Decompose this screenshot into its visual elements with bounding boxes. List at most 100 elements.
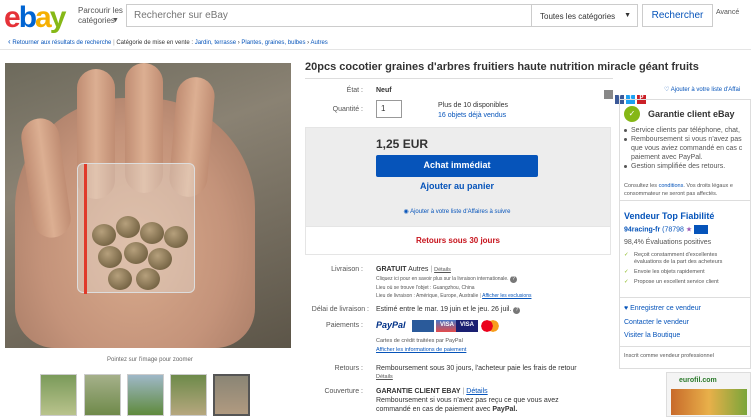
save-seller-row[interactable]: ♥ Enregistrer ce vendeur xyxy=(624,305,701,312)
heart-icon: ♡ xyxy=(664,87,670,93)
guarantee-bullets: Service clients par téléphone, chat, Rem… xyxy=(624,126,751,171)
breadcrumb-chevron-icon: › xyxy=(307,40,310,46)
breadcrumb-item-plants[interactable]: Plantes, graines, bulbes xyxy=(241,40,305,46)
thumbnail-selected[interactable] xyxy=(213,374,250,416)
returns-details-link[interactable]: Détails xyxy=(376,374,393,380)
ships-to: Lieu de livraison : Amérique, Europe, Au… xyxy=(376,293,479,299)
divider xyxy=(305,78,613,79)
save-seller-link[interactable]: Enregistrer ce vendeur xyxy=(630,305,701,312)
ad-brand: eurofil.com xyxy=(679,377,717,384)
visit-shop-link[interactable]: Visiter la Boutique xyxy=(624,332,680,339)
delivery-value: Estimé entre le mar. 19 juin et le jeu. … xyxy=(376,306,512,313)
breadcrumb-item-other[interactable]: Autres xyxy=(310,40,327,46)
bag-zip-strip xyxy=(84,164,87,294)
shield-check-icon: ✓ xyxy=(624,106,640,122)
breadcrumb-item-garden[interactable]: Jardin, terrasse xyxy=(195,40,236,46)
quantity-input[interactable]: 1 xyxy=(376,100,402,118)
coverage-text-2-row: commandé en cas de paiement avec PayPal. xyxy=(376,406,517,413)
paypal-logo: PayPal xyxy=(376,320,406,330)
category-select[interactable]: Toutes les catégories ▼ xyxy=(532,4,638,27)
main-product-image[interactable] xyxy=(5,63,291,348)
seller-name-link[interactable]: 94racing-fr xyxy=(624,226,660,233)
thumbnail[interactable] xyxy=(84,374,121,416)
separator: | xyxy=(430,266,433,273)
star-icon: ★ xyxy=(685,226,693,234)
zoom-hint: Pointez sur l'image pour zoomer xyxy=(107,357,193,363)
add-to-cart-button[interactable]: Ajouter au panier xyxy=(376,181,538,191)
ebay-logo[interactable]: ebay xyxy=(4,1,66,34)
shipping-value: GRATUIT xyxy=(376,266,407,273)
back-chevron-icon[interactable]: ‹ xyxy=(8,37,11,46)
exclusions-link[interactable]: Afficher les exclusions xyxy=(482,293,531,299)
seller-feedback-score[interactable]: (78798 xyxy=(662,226,684,233)
delivery-label: Délai de livraison : xyxy=(311,306,369,313)
heart-icon: ♥ xyxy=(624,305,629,312)
shipping-row: GRATUIT Autres | Détails xyxy=(376,266,451,273)
thumbnail[interactable] xyxy=(40,374,77,416)
seed xyxy=(140,222,164,244)
shipping-note: Cliquez ici pour en savoir plus sur la l… xyxy=(376,276,517,283)
seed xyxy=(108,268,132,290)
divider xyxy=(619,200,751,201)
coverage-paypal: PayPal. xyxy=(492,406,518,413)
registered-note: Inscrit comme vendeur professionnel xyxy=(624,353,714,359)
conditions-text: . Vos droits légaux e xyxy=(683,183,733,189)
shipping-details-link[interactable]: Détails xyxy=(434,267,451,273)
guarantee-title: Garantie client eBay xyxy=(648,109,735,119)
check-icon: ✓ xyxy=(624,252,629,258)
shipping-label: Livraison : xyxy=(331,266,363,273)
seed xyxy=(136,268,160,290)
seller-badge-title: Vendeur Top Fiabilité xyxy=(624,211,715,221)
chevron-down-icon: ▼ xyxy=(112,17,119,24)
shipping-other: Autres xyxy=(408,266,429,273)
breadcrumb-separator: | xyxy=(113,40,115,46)
divider xyxy=(619,297,751,298)
coverage-text-1: Remboursement si vous n'avez pas reçu ce… xyxy=(376,397,559,404)
advertisement[interactable]: eurofil.com xyxy=(666,372,751,417)
thumbnail[interactable] xyxy=(170,374,207,416)
available-text: Plus de 10 disponibles xyxy=(438,102,509,109)
coverage-details-link[interactable]: Détails xyxy=(466,388,487,395)
thumbnail[interactable] xyxy=(127,374,164,416)
category-prefix: Catégorie de mise en vente : xyxy=(116,40,194,46)
conditions-link[interactable]: conditions xyxy=(659,183,684,189)
help-icon[interactable]: ? xyxy=(509,276,517,283)
condition-value: Neuf xyxy=(376,87,392,94)
seller-bullet: ✓ Envoie les objets rapidement xyxy=(624,269,705,275)
browse-categories-button[interactable]: Parcourir les catégories ▼ xyxy=(78,6,126,26)
card-logo xyxy=(412,320,434,332)
delivery-row: Estimé entre le mar. 19 juin et le jeu. … xyxy=(376,306,521,314)
coverage-row: GARANTIE CLIENT EBAY | Détails xyxy=(376,388,488,395)
condition-label: État : xyxy=(346,87,363,94)
sidebar-watch-label: Ajouter à votre liste d'Affai xyxy=(670,87,741,93)
logo-letter-e: e xyxy=(4,1,21,34)
help-icon[interactable]: ? xyxy=(513,307,521,314)
category-select-value: Toutes les catégories xyxy=(540,12,616,21)
sold-count-link[interactable]: 16 objets déjà vendus xyxy=(438,112,506,119)
returns-banner: Retours sous 30 jours xyxy=(415,236,501,245)
logo-letter-b: b xyxy=(18,1,37,34)
ships-to-row: Lieu de livraison : Amérique, Europe, Au… xyxy=(376,293,531,299)
returns-value: Remboursement sous 30 jours, l'acheteur … xyxy=(376,365,577,372)
conditions-text: consommateur ne seront pas affectés. xyxy=(624,191,718,197)
add-to-watchlist-link[interactable]: ◉ Ajouter à votre liste d'Affaires à sui… xyxy=(376,208,538,215)
item-title: 20pcs cocotier graines d'arbres fruitier… xyxy=(305,61,699,73)
seller-name-row: 94racing-fr (78798 ★ xyxy=(624,225,709,234)
search-input[interactable] xyxy=(126,4,532,27)
chevron-down-icon: ▼ xyxy=(624,12,631,19)
guarantee-bullet-cont: que vous aviez commandé en cas c xyxy=(631,145,743,152)
mastercard-logo xyxy=(480,320,500,332)
quantity-label: Quantité : xyxy=(332,106,363,113)
contact-seller-link[interactable]: Contacter le vendeur xyxy=(624,319,689,326)
buy-now-button[interactable]: Achat immédiat xyxy=(376,155,538,177)
email-share-icon[interactable] xyxy=(604,90,613,99)
item-location: Lieu où se trouve l'objet : Guangzhou, C… xyxy=(376,285,475,291)
check-icon: ✓ xyxy=(624,279,629,285)
payment-info-link[interactable]: Afficher les informations de paiement xyxy=(376,347,466,353)
search-button[interactable]: Rechercher xyxy=(642,4,713,27)
top-rated-badge-icon xyxy=(694,225,709,234)
sidebar-watch-link[interactable]: ♡ Ajouter à votre liste d'Affai xyxy=(664,86,740,93)
coverage-label: Couverture : xyxy=(324,388,363,395)
advanced-search-link[interactable]: Avancé xyxy=(716,9,751,17)
back-to-results-link[interactable]: Retourner aux résultats de recherche xyxy=(12,40,111,46)
